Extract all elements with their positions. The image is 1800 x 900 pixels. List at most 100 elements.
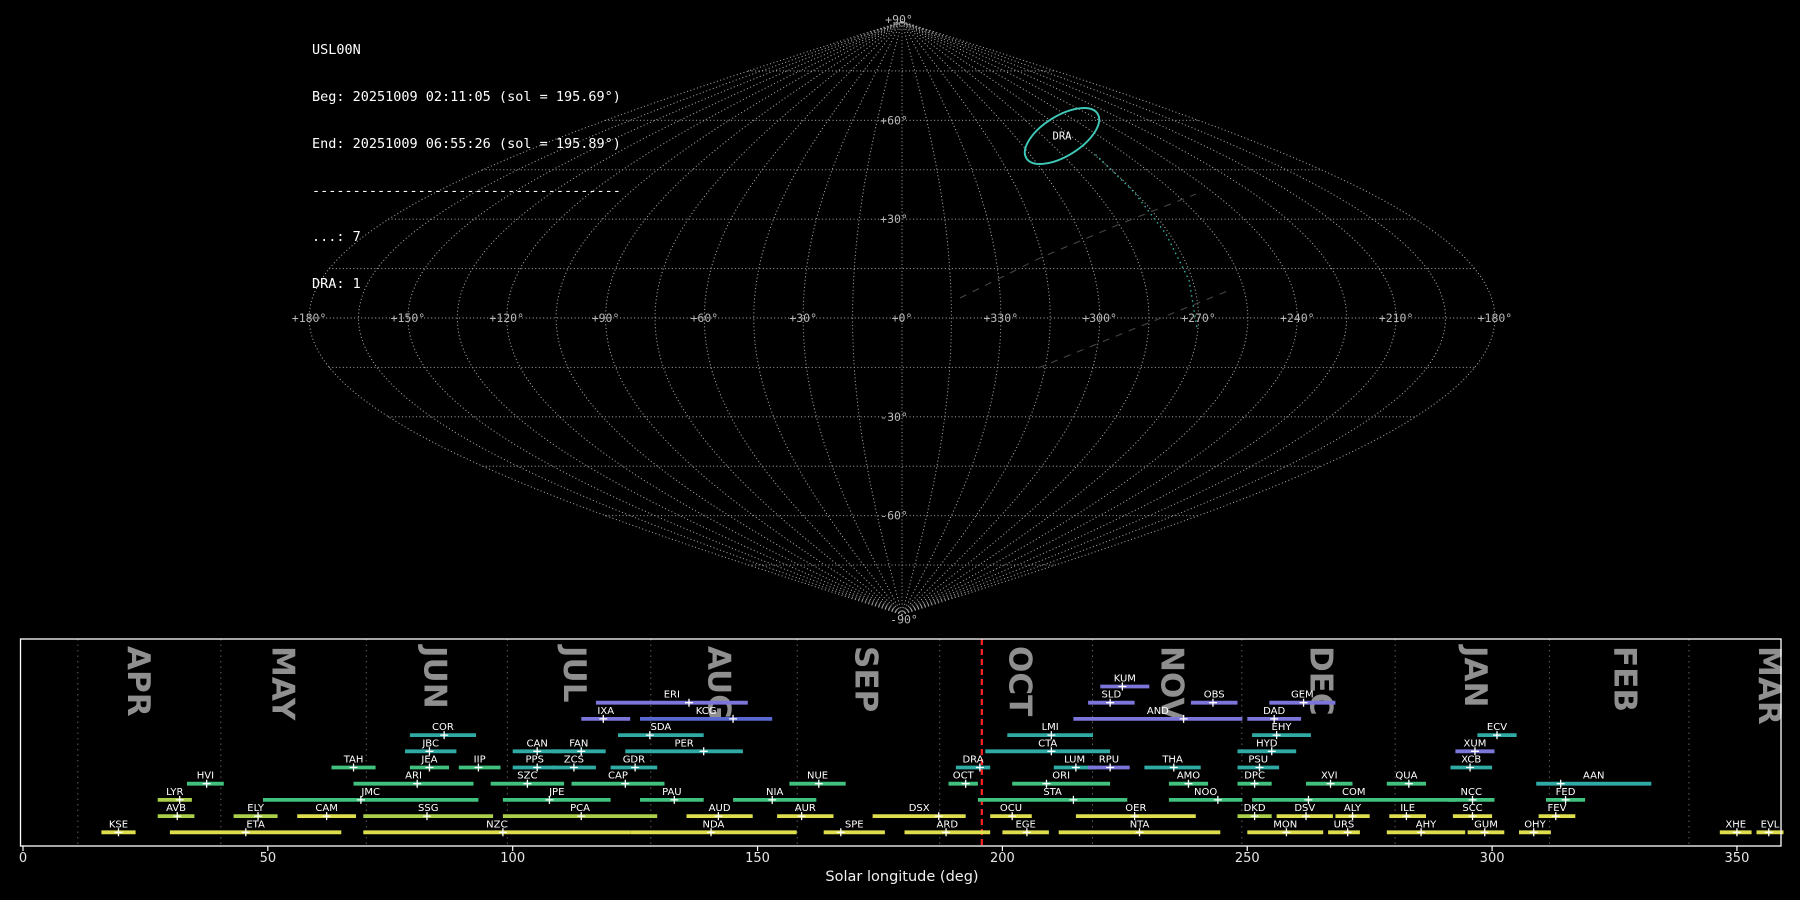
graticule-label: +150° — [391, 311, 426, 325]
shower-label-qua: QUA — [1395, 771, 1417, 782]
shower-label-kcg: KCG — [696, 706, 717, 717]
graticule-label: +30° — [880, 212, 908, 226]
shower-label-dsx: DSX — [909, 803, 930, 814]
shower-label-fed: FED — [1556, 787, 1576, 798]
meteor-station-plot: { "station": { "lines": [ "USL00N", "Beg… — [0, 0, 1800, 900]
graticule-label: +240° — [1280, 311, 1315, 325]
graticule-label: +60° — [691, 311, 719, 325]
shower-label-nda: NDA — [703, 819, 725, 830]
shower-label-iip: IIP — [474, 755, 486, 766]
session-info: USL00N Beg: 20251009 02:11:05 (sol = 195… — [312, 12, 621, 308]
shower-label-xcb: XCB — [1461, 755, 1481, 766]
graticule-label: +120° — [489, 311, 524, 325]
graticule-label: -30° — [880, 410, 908, 424]
graticule-label: +90° — [592, 311, 620, 325]
shower-label-lum: LUM — [1064, 755, 1085, 766]
shower-label-dra: DRA — [962, 755, 983, 766]
shower-label-oer: OER — [1125, 803, 1146, 814]
shower-label-sta: STA — [1043, 787, 1062, 798]
shower-label-gdr: GDR — [623, 755, 645, 766]
session-end: End: 20251009 06:55:26 (sol = 195.89°) — [312, 135, 621, 152]
shower-label-lyr: LYR — [166, 787, 183, 798]
shower-label-can: CAN — [527, 738, 548, 749]
x-tick-label: 350 — [1725, 851, 1750, 866]
shower-label-ile: ILE — [1400, 803, 1415, 814]
shower-label-dad: DAD — [1263, 706, 1285, 717]
shower-label-szc: SZC — [517, 771, 537, 782]
shower-label-dsv: DSV — [1294, 803, 1315, 814]
shower-peak-marker-eri — [684, 698, 693, 707]
shower-label-tah: TAH — [343, 755, 364, 766]
shower-label-gum: GUM — [1474, 819, 1498, 830]
month-label-apr: APR — [120, 646, 156, 717]
shower-label-cta: CTA — [1038, 738, 1057, 749]
shower-label-aan: AAN — [1583, 771, 1604, 782]
count-other: ...: 7 — [312, 229, 361, 246]
shower-label-scc: SCC — [1462, 803, 1482, 814]
graticule-label: -60° — [880, 509, 908, 523]
shower-label-ahy: AHY — [1416, 819, 1437, 830]
shower-label-ari: ARI — [405, 771, 422, 782]
shower-label-eta: ETA — [246, 819, 265, 830]
shower-label-fev: FEV — [1548, 803, 1567, 814]
shower-label-evl: EVL — [1761, 819, 1780, 830]
graticule-label: +330° — [984, 311, 1019, 325]
month-label-feb: FEB — [1606, 646, 1642, 712]
shower-label-zcs: ZCS — [564, 755, 584, 766]
month-label-dec: DEC — [1303, 646, 1339, 716]
shower-label-sda: SDA — [650, 722, 671, 733]
shower-label-xvi: XVI — [1321, 771, 1338, 782]
shower-label-ard: ARD — [937, 819, 959, 830]
shower-label-ori: ORI — [1052, 771, 1070, 782]
shower-label-fan: FAN — [569, 738, 588, 749]
shower-label-eri: ERI — [664, 690, 680, 701]
x-tick-label: 300 — [1480, 851, 1505, 866]
shower-label-cap: CAP — [608, 771, 628, 782]
shower-label-sld: SLD — [1102, 690, 1122, 701]
shower-label-nta: NTA — [1130, 819, 1150, 830]
x-axis-title: Solar longitude (deg) — [825, 869, 978, 885]
shower-peak-marker-sta — [1069, 795, 1078, 804]
month-label-sep: SEP — [847, 646, 883, 712]
shower-label-ehy: EHY — [1272, 722, 1293, 733]
graticule-label: +270° — [1181, 311, 1216, 325]
month-label-jan: JAN — [1457, 644, 1493, 707]
separator: -------------------------------------- — [312, 182, 621, 199]
shower-label-hyd: HYD — [1256, 738, 1278, 749]
shower-label-amo: AMO — [1177, 771, 1200, 782]
shower-label-hvi: HVI — [197, 771, 214, 782]
shower-label-oct: OCT — [953, 771, 975, 782]
shower-label-aly: ALY — [1344, 803, 1362, 814]
shower-label-jmc: JMC — [360, 787, 380, 798]
shower-label-dpc: DPC — [1244, 771, 1265, 782]
x-tick-label: 200 — [990, 851, 1015, 866]
shower-label-ege: EGE — [1015, 819, 1035, 830]
shower-label-cam: CAM — [315, 803, 337, 814]
graticule-label: +180° — [1478, 311, 1513, 325]
session-beg: Beg: 20251009 02:11:05 (sol = 195.69°) — [312, 88, 621, 105]
shower-label-gem: GEM — [1291, 690, 1314, 701]
shower-label-urs: URS — [1334, 819, 1355, 830]
count-dra: DRA: 1 — [312, 276, 361, 293]
shower-label-pau: PAU — [662, 787, 682, 798]
shower-label-per: PER — [674, 738, 693, 749]
shower-label-nia: NIA — [766, 787, 783, 798]
shower-label-ohy: OHY — [1524, 819, 1546, 830]
shower-label-ely: ELY — [247, 803, 265, 814]
shower-label-ssg: SSG — [418, 803, 438, 814]
x-tick-label: 250 — [1235, 851, 1260, 866]
reference-dash-line — [959, 193, 1197, 299]
shower-label-kum: KUM — [1114, 674, 1136, 685]
shower-label-rpu: RPU — [1099, 755, 1119, 766]
radiant-drift-path — [1095, 154, 1198, 329]
sky-map: +180° +150° +120° +90° +60° +30° +0° +330° +300°… — [292, 13, 1513, 627]
shower-label-pps: PPS — [526, 755, 544, 766]
shower-peak-marker-per — [699, 747, 708, 756]
pole-label-north: +90° — [885, 13, 913, 27]
x-tick-label: 50 — [260, 851, 277, 866]
shower-label-lmi: LMI — [1042, 722, 1059, 733]
shower-label-nue: NUE — [807, 771, 828, 782]
shower-label-com: COM — [1342, 787, 1365, 798]
shower-label-pca: PCA — [570, 803, 590, 814]
shower-peak-marker-spe — [836, 828, 845, 837]
